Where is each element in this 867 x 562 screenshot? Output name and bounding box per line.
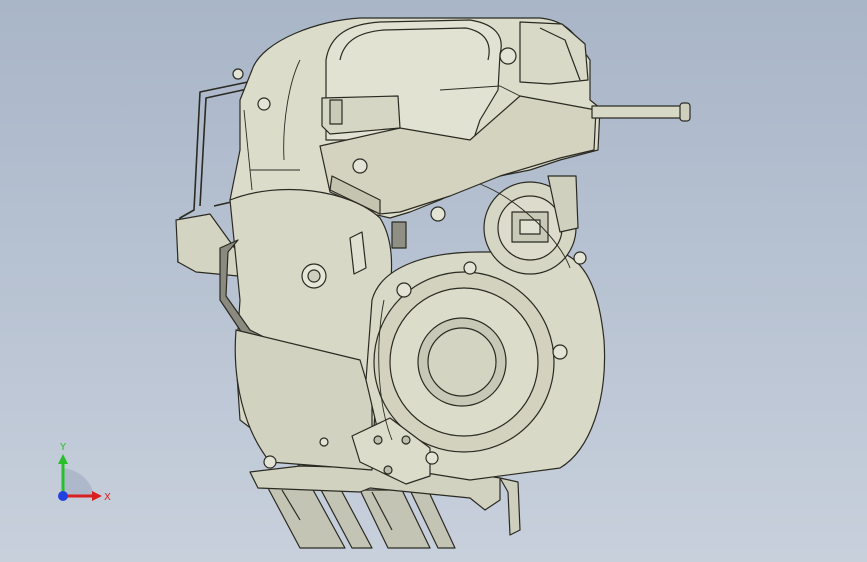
outlet-ducts	[267, 487, 456, 549]
cad-model-hvac-blower-housing[interactable]	[0, 0, 867, 562]
y-axis-arrow	[58, 454, 68, 464]
z-axis-dot	[58, 491, 68, 501]
triad-xy-plane	[63, 468, 94, 496]
coordinate-triad: X Y	[58, 442, 111, 503]
y-axis-label: Y	[59, 442, 67, 453]
x-axis-label: X	[104, 492, 111, 503]
graphics-viewport[interactable]: X Y	[0, 0, 867, 562]
connector	[391, 221, 407, 249]
protruding-pipe	[591, 102, 691, 122]
x-axis-arrow	[92, 491, 102, 501]
